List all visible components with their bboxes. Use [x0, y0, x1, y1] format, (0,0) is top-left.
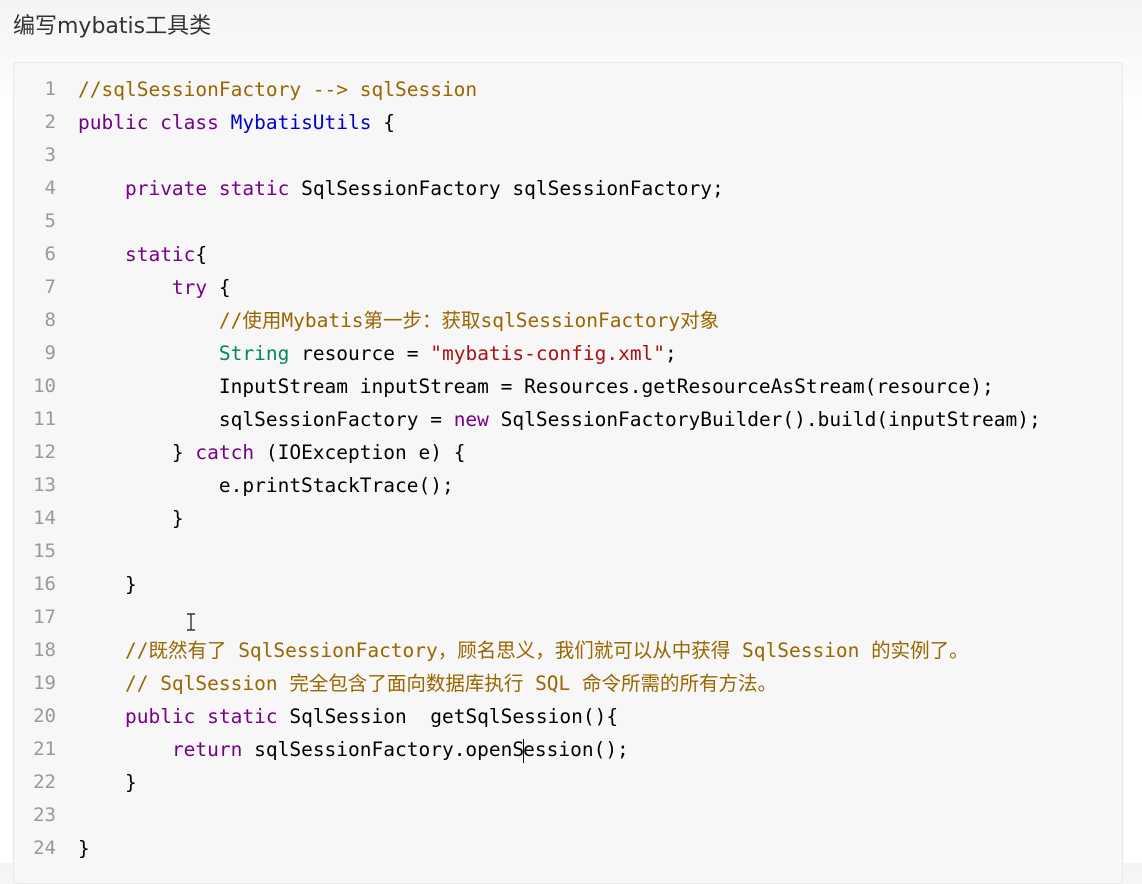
- code-line: e.printStackTrace();: [78, 469, 1122, 502]
- code-line: public class MybatisUtils {: [78, 106, 1122, 139]
- line-number: 24: [33, 837, 56, 859]
- line-number: 6: [44, 243, 56, 265]
- comment: //sqlSessionFactory --> sqlSession: [78, 78, 478, 101]
- class-name: MybatisUtils: [230, 111, 372, 134]
- code-text-span: InputStream inputStream = Resources.getR…: [78, 375, 994, 398]
- code-block[interactable]: 1 2 3 4 5 6 7 8 9 10 11 12 13 14 15 16 1…: [13, 62, 1123, 884]
- line-number: 7: [44, 276, 56, 298]
- code-text-span: sqlSessionFactory.openS: [242, 738, 525, 761]
- code-line: }: [78, 502, 1122, 535]
- code-line: //既然有了 SqlSessionFactory，顾名思义，我们就可以从中获得 …: [78, 634, 1122, 667]
- keyword: try: [171, 276, 208, 299]
- comment: //使用Mybatis第一步：获取sqlSessionFactory对象: [218, 309, 720, 332]
- line-number: 3: [44, 144, 56, 166]
- keyword: public class: [78, 111, 231, 134]
- line-number: 4: [44, 177, 56, 199]
- code-text-span: ;: [665, 342, 677, 365]
- string-literal: "mybatis-config.xml": [430, 342, 666, 365]
- line-number-gutter: 1 2 3 4 5 6 7 8 9 10 11 12 13 14 15 16 1…: [14, 73, 56, 865]
- line-number: 9: [44, 342, 56, 364]
- line-number: 2: [44, 111, 56, 133]
- code-text-span: ession();: [523, 738, 629, 761]
- code-text-span: }: [78, 771, 137, 794]
- line-number: 5: [44, 210, 56, 232]
- code-text-span: {: [195, 243, 208, 266]
- line-number: 19: [33, 672, 56, 694]
- keyword: static: [124, 243, 196, 266]
- code-line: }: [78, 832, 1122, 865]
- comment: //既然有了 SqlSessionFactory，顾名思义，我们就可以从中获得 …: [124, 639, 969, 662]
- ibeam-cursor-icon: [186, 613, 198, 631]
- code-text-span: }: [78, 573, 137, 596]
- keyword: return: [171, 738, 243, 761]
- code-text-span: SqlSessionFactory sqlSessionFactory;: [301, 177, 724, 200]
- comment: // SqlSession 完全包含了面向数据库执行 SQL 命令所需的所有方法…: [124, 672, 778, 695]
- code-line: String resource = "mybatis-config.xml";: [78, 337, 1122, 370]
- code-line: //sqlSessionFactory --> sqlSession: [78, 73, 1122, 106]
- code-text-span: }: [78, 837, 90, 860]
- line-number: 12: [33, 441, 56, 463]
- code-text-span: e.printStackTrace();: [78, 474, 454, 497]
- line-number: 21: [33, 738, 56, 760]
- line-number: 20: [33, 705, 56, 727]
- code-line: } catch (IOException e) {: [78, 436, 1122, 469]
- line-number: 13: [33, 474, 56, 496]
- code-line: //使用Mybatis第一步：获取sqlSessionFactory对象: [78, 304, 1122, 337]
- code-text-span: SqlSession getSqlSession(){: [289, 705, 619, 728]
- line-number: 14: [33, 507, 56, 529]
- line-number: 22: [33, 771, 56, 793]
- keyword: public static: [124, 705, 290, 728]
- code-text-span: SqlSessionFactoryBuilder().build(inputSt…: [488, 408, 1041, 431]
- code-text-span: {: [207, 276, 231, 299]
- line-number: 8: [44, 309, 56, 331]
- code-line: InputStream inputStream = Resources.getR…: [78, 370, 1122, 403]
- keyword: new: [453, 408, 489, 431]
- keyword: catch: [195, 441, 255, 464]
- code-text-span: }: [78, 507, 184, 530]
- code-line: sqlSessionFactory = new SqlSessionFactor…: [78, 403, 1122, 436]
- code-line: // SqlSession 完全包含了面向数据库执行 SQL 命令所需的所有方法…: [78, 667, 1122, 700]
- code-line: private static SqlSessionFactory sqlSess…: [78, 172, 1122, 205]
- code-text-span: (IOException e) {: [254, 441, 466, 464]
- section-heading: 编写mybatis工具类: [13, 14, 212, 39]
- line-number: 10: [33, 375, 56, 397]
- line-number: 11: [33, 408, 56, 430]
- line-number: 15: [33, 540, 56, 562]
- line-number: 17: [33, 606, 56, 628]
- code-line: }: [78, 766, 1122, 799]
- code-text-span: {: [371, 111, 395, 134]
- code-line: try {: [78, 271, 1122, 304]
- line-number: 23: [33, 804, 56, 826]
- code-line: static{: [78, 238, 1122, 271]
- line-number: 1: [44, 78, 56, 100]
- code-text-span: sqlSessionFactory =: [78, 408, 454, 431]
- code-text-span: }: [78, 441, 196, 464]
- line-number: 18: [33, 639, 56, 661]
- keyword: private static: [124, 177, 302, 200]
- line-number: 16: [33, 573, 56, 595]
- code-text[interactable]: //sqlSessionFactory --> sqlSession publi…: [78, 73, 1122, 865]
- type-name: String: [218, 342, 290, 365]
- code-line: }: [78, 568, 1122, 601]
- code-line: return sqlSessionFactory.openSession();: [78, 733, 1122, 766]
- code-text-span: resource =: [289, 342, 431, 365]
- code-line: public static SqlSession getSqlSession()…: [78, 700, 1122, 733]
